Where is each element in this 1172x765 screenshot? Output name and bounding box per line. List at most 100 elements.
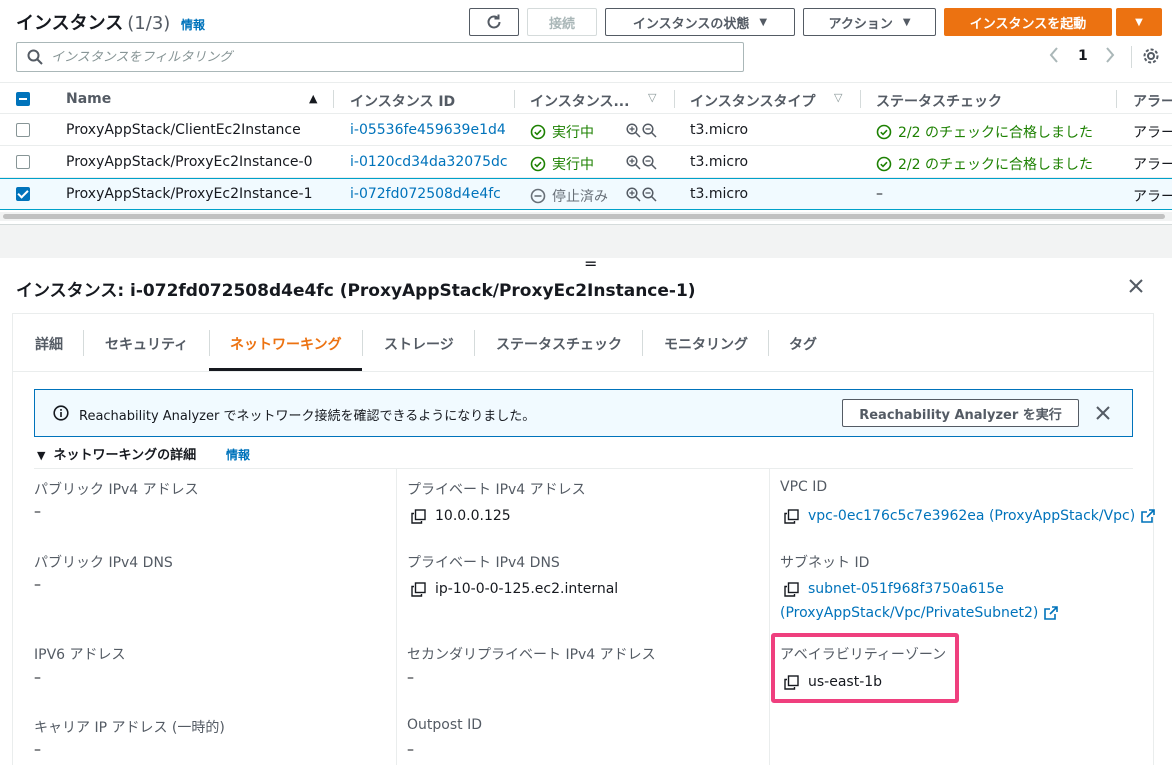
private-ipv4-text: 10.0.0.125: [435, 508, 511, 524]
external-link-icon[interactable]: [1141, 509, 1156, 523]
filter-box[interactable]: [16, 42, 744, 72]
close-icon[interactable]: [1126, 276, 1146, 296]
tab-storage[interactable]: ストレージ: [384, 334, 454, 354]
vpc-id-value: vpc-0ec176c5c7e3962ea (ProxyAppStack/Vpc…: [784, 508, 1156, 524]
column-header-instance-state[interactable]: インスタンス...: [530, 91, 629, 111]
connect-button[interactable]: 接続: [527, 8, 597, 36]
active-tab-indicator: [209, 368, 362, 371]
section-info-link[interactable]: 情報: [226, 446, 250, 463]
actions-label: アクション: [828, 16, 893, 32]
tab-details[interactable]: 詳細: [35, 334, 63, 354]
row-checkbox[interactable]: [16, 123, 30, 137]
zoom-in-icon[interactable]: [626, 187, 641, 202]
copy-icon[interactable]: [784, 581, 799, 597]
zoom-out-icon[interactable]: [642, 187, 657, 202]
zoom-out-icon[interactable]: [642, 123, 657, 138]
tab-divider: [362, 330, 363, 356]
instance-id-link[interactable]: i-072fd072508d4e4fc: [350, 186, 501, 202]
stopped-circle-icon: [530, 188, 546, 204]
secondary-ipv4-label: セカンダリプライベート IPv4 アドレス: [407, 647, 656, 663]
outpost-id-value: –: [407, 742, 414, 758]
table-header: Name ▲ インスタンス ID インスタンス... ▽ インスタンスタイプ ▽…: [0, 82, 1172, 114]
page-title-text: インスタンス: [16, 13, 124, 34]
instance-id-link[interactable]: i-05536fe459639e1d4: [350, 122, 506, 138]
column-header-name[interactable]: Name: [66, 91, 111, 107]
instance-state-dropdown[interactable]: インスタンスの状態 ▼: [605, 8, 795, 36]
column-divider[interactable]: [333, 90, 334, 108]
table-row[interactable]: ProxyAppStack/ClientEc2Instance i-05536f…: [0, 114, 1172, 146]
horizontal-scrollbar[interactable]: [0, 212, 1172, 221]
column-header-instance-type[interactable]: インスタンスタイプ: [690, 91, 815, 111]
status-check: –: [876, 186, 883, 202]
instance-type: t3.micro: [690, 122, 749, 138]
column-header-alarm[interactable]: アラー: [1133, 91, 1172, 111]
prev-page-icon[interactable]: [1048, 46, 1060, 68]
filter-caret-icon[interactable]: ▽: [834, 91, 842, 104]
row-checkbox[interactable]: [16, 187, 30, 201]
vpc-id-link[interactable]: vpc-0ec176c5c7e3962ea (ProxyAppStack/Vpc…: [808, 508, 1135, 524]
column-divider: [769, 469, 770, 765]
copy-icon[interactable]: [411, 508, 426, 524]
public-dns-label: パブリック IPv4 DNS: [34, 555, 173, 571]
public-ipv4-label: パブリック IPv4 アドレス: [34, 482, 199, 498]
tab-status-checks[interactable]: ステータスチェック: [496, 334, 622, 354]
tab-tags[interactable]: タグ: [789, 334, 817, 354]
zoom-icons[interactable]: [626, 155, 657, 170]
next-page-icon[interactable]: [1104, 46, 1116, 68]
instance-name: ProxyAppStack/ProxyEc2Instance-1: [66, 186, 313, 202]
zoom-icons[interactable]: [626, 187, 657, 202]
page-number[interactable]: 1: [1078, 48, 1088, 64]
alarm-status: アラー: [1133, 157, 1172, 173]
refresh-button[interactable]: [469, 8, 519, 36]
column-divider[interactable]: [860, 90, 861, 108]
instance-state-text: 停止済み: [552, 189, 608, 205]
zoom-icons[interactable]: [626, 123, 657, 138]
column-divider[interactable]: [514, 90, 515, 108]
tab-divider: [768, 330, 769, 356]
tab-networking[interactable]: ネットワーキング: [230, 334, 342, 354]
instance-state: 実行中: [530, 122, 594, 142]
column-divider: [396, 469, 397, 765]
run-reachability-analyzer-button[interactable]: Reachability Analyzer を実行: [842, 399, 1079, 427]
instances-list-panel: インスタンス (1/3) 情報 接続 インスタンスの状態 ▼ アクション ▼ インスタ…: [0, 0, 1172, 215]
zoom-out-icon[interactable]: [642, 155, 657, 170]
private-dns-label: プライベート IPv4 DNS: [407, 555, 560, 571]
copy-icon[interactable]: [411, 581, 426, 597]
select-all-checkbox[interactable]: [16, 92, 30, 106]
settings-gear-icon[interactable]: [1142, 47, 1160, 69]
copy-icon[interactable]: [784, 508, 799, 524]
carrier-ip-label: キャリア IP アドレス (一時的): [34, 720, 225, 736]
table-row[interactable]: ProxyAppStack/ProxyEc2Instance-0 i-0120c…: [0, 146, 1172, 178]
external-link-icon[interactable]: [1044, 606, 1059, 620]
tab-divider: [83, 330, 84, 356]
networking-details-header[interactable]: ▼ ネットワーキングの詳細: [37, 444, 196, 463]
resize-handle-icon[interactable]: =: [584, 256, 597, 272]
table-row-selected[interactable]: ProxyAppStack/ProxyEc2Instance-1 i-072fd…: [0, 178, 1172, 210]
zoom-in-icon[interactable]: [626, 155, 641, 170]
subnet-id-link[interactable]: subnet-051f968f3750a615e: [808, 581, 1004, 597]
row-checkbox[interactable]: [16, 155, 30, 169]
tab-monitoring[interactable]: モニタリング: [664, 334, 748, 354]
ipv6-value: –: [34, 670, 41, 686]
info-link[interactable]: 情報: [181, 16, 205, 33]
actions-dropdown[interactable]: アクション ▼: [803, 8, 936, 36]
scrollbar-thumb[interactable]: [3, 214, 1165, 219]
search-icon: [27, 49, 43, 65]
secondary-ipv4-value: –: [407, 670, 414, 686]
column-header-instance-id[interactable]: インスタンス ID: [350, 91, 455, 111]
launch-options-dropdown[interactable]: ▼: [1116, 8, 1162, 36]
filter-caret-icon[interactable]: ▽: [648, 91, 656, 104]
launch-instance-button[interactable]: インスタンスを起動: [944, 8, 1112, 36]
pager-divider: [1131, 46, 1132, 68]
column-divider[interactable]: [674, 90, 675, 108]
search-input[interactable]: [51, 49, 731, 65]
column-header-status-check[interactable]: ステータスチェック: [876, 91, 1002, 111]
tab-security[interactable]: セキュリティ: [105, 334, 188, 354]
instance-id-link[interactable]: i-0120cd34da32075dc: [350, 154, 508, 170]
sort-ascending-icon[interactable]: ▲: [309, 92, 317, 105]
zoom-in-icon[interactable]: [626, 123, 641, 138]
section-divider: [34, 468, 1133, 469]
dismiss-banner-icon[interactable]: [1095, 405, 1111, 421]
column-divider[interactable]: [1116, 90, 1117, 108]
subnet-name-link[interactable]: (ProxyAppStack/Vpc/PrivateSubnet2): [780, 605, 1038, 621]
